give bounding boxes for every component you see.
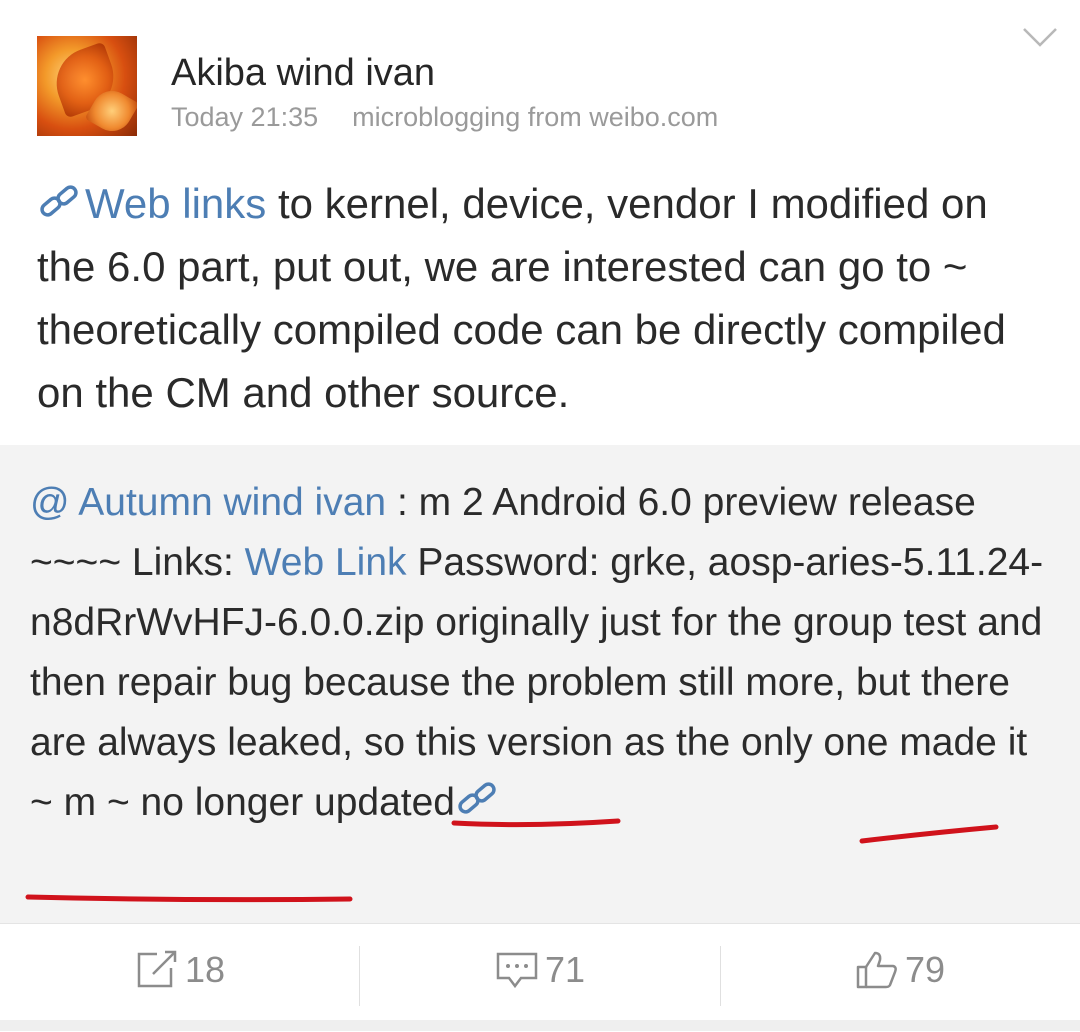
web-link[interactable]: Web Link	[245, 541, 407, 584]
mention-link[interactable]: @ Autumn wind ivan	[30, 481, 386, 524]
avatar[interactable]	[37, 36, 137, 136]
web-links-link[interactable]: Web links	[37, 180, 266, 227]
repost-container[interactable]: @ Autumn wind ivan : m 2 Android 6.0 pre…	[0, 445, 1080, 923]
comment-button[interactable]: 71	[360, 924, 720, 1016]
post-text: Web links to kernel, device, vendor I mo…	[37, 172, 1057, 424]
repost-button[interactable]: 18	[0, 924, 360, 1016]
like-count: 79	[904, 949, 946, 990]
post-time: Today 21:35	[171, 102, 319, 132]
underlined-phrase-2: ~ no longer updated	[106, 781, 455, 824]
action-bar: 18 71 79	[0, 923, 1080, 1032]
post-source[interactable]: microblogging from weibo.com	[352, 102, 718, 132]
post-header: Akiba wind ivan Today 21:35 microblogging…	[0, 0, 1080, 160]
repost-count: 18	[184, 949, 226, 990]
underline-stroke-3	[25, 894, 353, 903]
like-icon	[856, 951, 897, 989]
comment-icon	[496, 952, 538, 989]
link-icon	[40, 185, 78, 217]
bottom-separator	[0, 1020, 1080, 1031]
post-meta: Today 21:35 microblogging from weibo.com	[171, 100, 718, 134]
repost-text: @ Autumn wind ivan : m 2 Android 6.0 pre…	[30, 481, 1044, 824]
like-button[interactable]: 79	[720, 924, 1080, 1016]
repost-icon	[137, 950, 177, 988]
underlined-phrase-1: only one	[741, 721, 889, 764]
link-icon[interactable]	[455, 779, 503, 819]
comment-count: 71	[544, 949, 586, 990]
chevron-down-icon[interactable]	[1022, 26, 1058, 48]
author-name[interactable]: Akiba wind ivan	[171, 50, 435, 96]
